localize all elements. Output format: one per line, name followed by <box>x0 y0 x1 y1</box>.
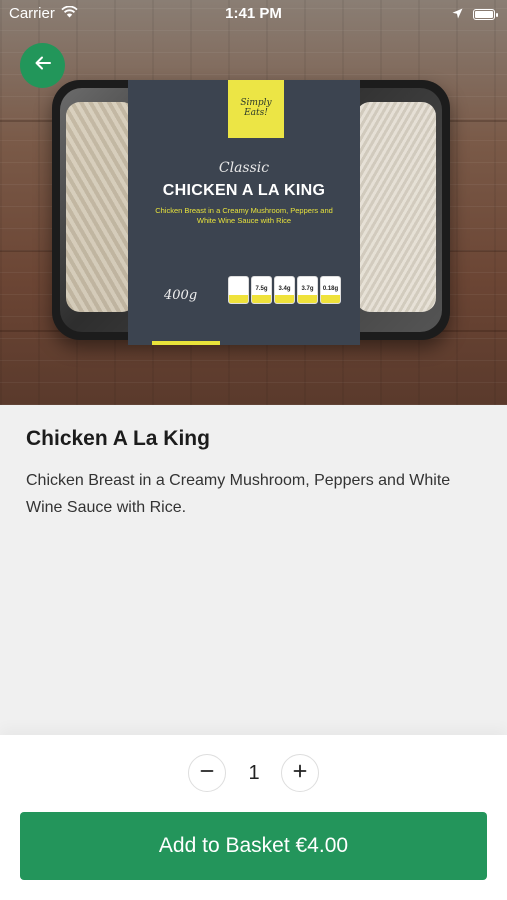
add-to-basket-button[interactable]: Add to Basket €4.00 <box>20 812 487 880</box>
package-title: CHICKEN A LA KING <box>162 182 326 199</box>
status-bar: Carrier 1:41 PM <box>0 0 507 28</box>
package-sleeve: Simply Eats! Classic CHICKEN A LA KING C… <box>128 80 360 345</box>
status-time: 1:41 PM <box>225 5 282 22</box>
minus-icon <box>200 764 214 783</box>
product-details: Chicken A La King Chicken Breast in a Cr… <box>0 405 507 735</box>
decrease-quantity-button[interactable] <box>188 754 226 792</box>
brand-logo: Simply Eats! <box>228 80 284 138</box>
quantity-value: 1 <box>248 762 260 784</box>
back-button[interactable] <box>20 43 65 88</box>
nutrition-labels: 7.5g 3.4g 3.7g 0.18g <box>228 276 341 304</box>
plus-icon <box>293 764 307 783</box>
location-arrow-icon <box>452 6 463 23</box>
arrow-left-icon <box>35 56 51 75</box>
basket-panel: 1 Add to Basket €4.00 <box>0 735 507 900</box>
package-weight: 400g <box>164 288 198 303</box>
product-name: Chicken A La King <box>26 427 210 450</box>
increase-quantity-button[interactable] <box>281 754 319 792</box>
battery-icon <box>473 9 498 20</box>
product-description: Chicken Breast in a Creamy Mushroom, Pep… <box>26 472 451 516</box>
product-image: Simply Eats! Classic CHICKEN A LA KING C… <box>0 0 507 405</box>
package-subtitle: Chicken Breast in a Creamy Mushroom, Pep… <box>155 206 333 225</box>
package-script-label: Classic <box>218 160 270 176</box>
